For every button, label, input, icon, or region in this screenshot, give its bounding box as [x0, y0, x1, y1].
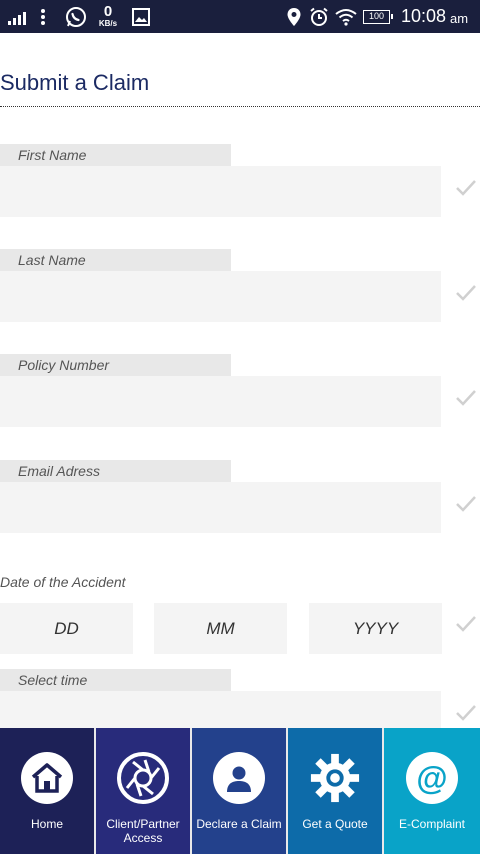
gear-icon [309, 752, 361, 804]
user-icon [213, 752, 265, 804]
select-time-label: Select time [0, 669, 231, 691]
alarm-icon [309, 0, 329, 33]
email-check-icon [456, 496, 476, 512]
nav-e-complaint[interactable]: @ E-Complaint [384, 728, 480, 854]
clock-time: 10:08 [401, 6, 447, 26]
email-field[interactable] [0, 482, 441, 533]
first-name-check-icon [456, 180, 476, 196]
nav-get-quote[interactable]: Get a Quote [288, 728, 384, 854]
page-title: Submit a Claim [0, 70, 150, 95]
nav-e-complaint-label: E-Complaint [398, 817, 466, 831]
policy-number-label: Policy Number [0, 354, 231, 376]
clock: 10:08 am [401, 0, 468, 33]
wifi-icon [335, 0, 357, 33]
more-vert-icon [40, 0, 46, 33]
first-name-field[interactable] [0, 166, 441, 217]
first-name-label: First Name [0, 144, 231, 166]
last-name-check-icon [456, 285, 476, 301]
shutter-icon [117, 752, 169, 804]
nav-client-partner-access[interactable]: Client/Partner Access [96, 728, 192, 854]
date-of-accident-label: Date of the Accident [0, 574, 126, 590]
net-speed: 0 KB/s [96, 0, 120, 33]
home-icon [21, 752, 73, 804]
date-month-field[interactable]: MM [154, 603, 287, 654]
last-name-field[interactable] [0, 271, 441, 322]
nav-home[interactable]: Home [0, 728, 96, 854]
date-day-field[interactable]: DD [0, 603, 133, 654]
net-speed-value: 0 [103, 3, 113, 20]
date-check-icon [456, 616, 476, 632]
email-label: Email Adress [0, 460, 231, 482]
at-icon: @ [406, 752, 458, 804]
whatsapp-icon [64, 0, 88, 33]
net-speed-unit: KB/s [98, 19, 118, 28]
nav-home-label: Home [30, 817, 63, 831]
nav-declare-claim[interactable]: Declare a Claim [192, 728, 288, 854]
clock-ampm: am [450, 10, 469, 26]
bottom-nav: Home Client/Partner Access Declare a Cla… [0, 728, 480, 854]
last-name-label: Last Name [0, 249, 231, 271]
nav-declare-claim-label: Declare a Claim [196, 817, 282, 831]
policy-number-field[interactable] [0, 376, 441, 427]
nav-get-quote-label: Get a Quote [302, 817, 368, 831]
status-bar: 0 KB/s 100 10:08 am [0, 0, 480, 33]
battery-level: 100 [368, 10, 385, 21]
title-divider [0, 106, 480, 107]
nav-client-partner-label: Client/Partner Access [106, 817, 180, 845]
time-check-icon [456, 705, 476, 721]
policy-number-check-icon [456, 390, 476, 406]
date-year-field[interactable]: YYYY [309, 603, 442, 654]
battery-icon: 100 [363, 0, 393, 33]
signal-icon [8, 0, 30, 33]
gallery-icon [132, 0, 150, 33]
location-icon [286, 0, 302, 33]
